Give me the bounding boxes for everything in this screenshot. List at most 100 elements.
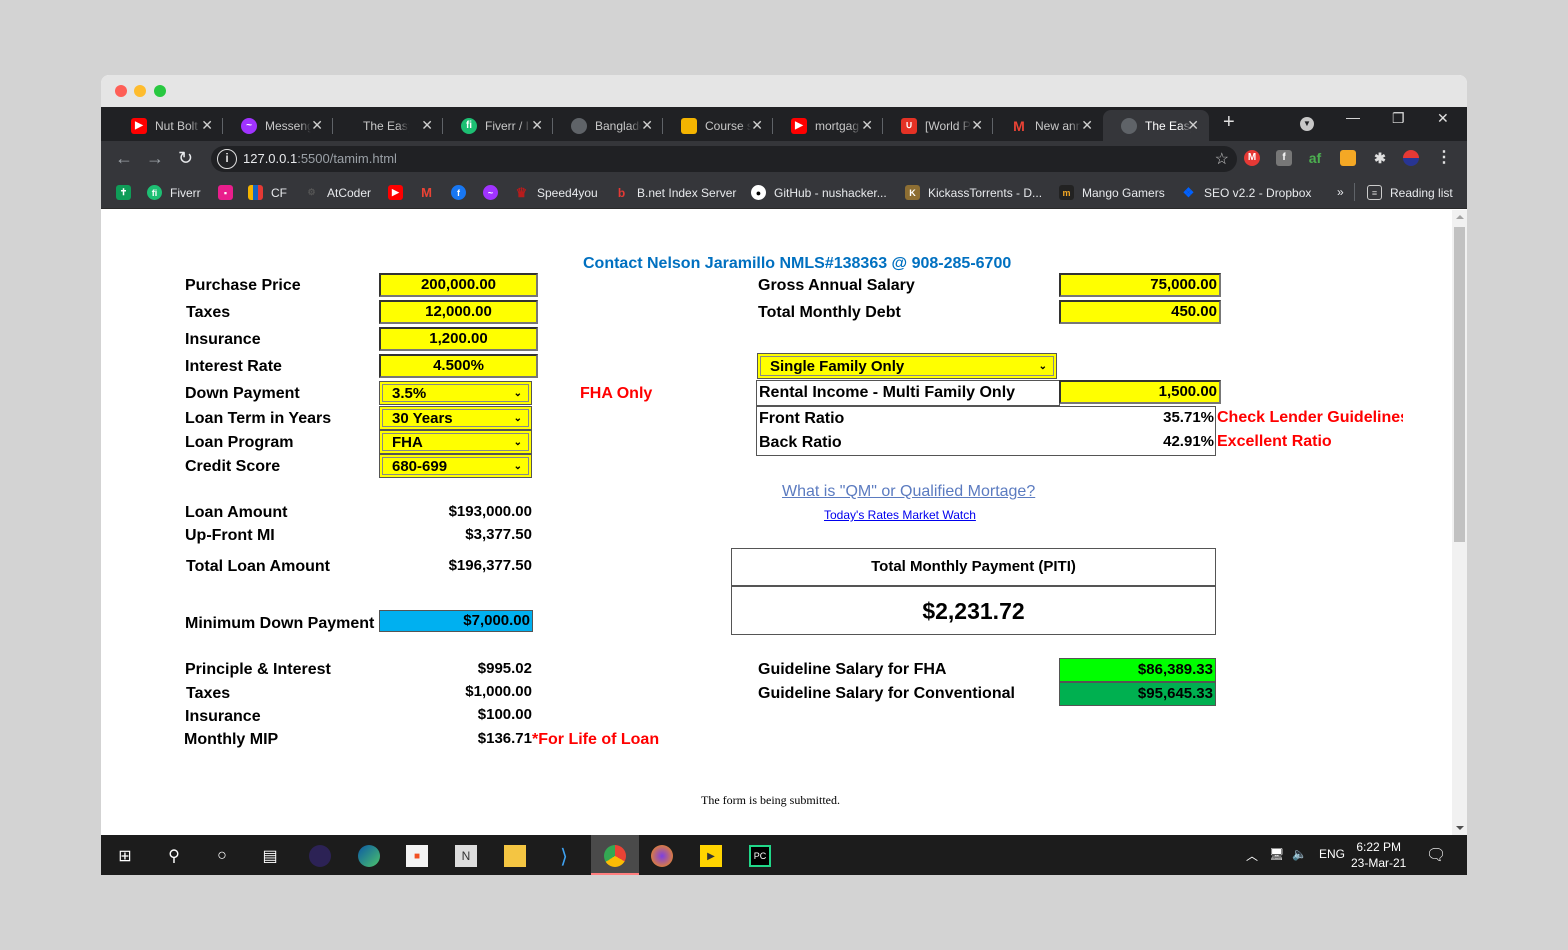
close-tab-icon[interactable]: ✕	[641, 117, 653, 134]
file-explorer-icon[interactable]	[504, 845, 526, 867]
scroll-up-icon[interactable]	[1456, 215, 1464, 219]
tab-the-easy-active[interactable]: The Easy ✕	[1103, 110, 1209, 141]
new-tab-button[interactable]: +	[1223, 111, 1235, 134]
close-tab-icon[interactable]: ✕	[1081, 117, 1093, 134]
bookmark-sheets[interactable]: ✝	[116, 185, 139, 200]
vscode-icon[interactable]: ⟩	[553, 845, 575, 868]
purchase-price-input[interactable]: 200,000.00	[379, 273, 538, 297]
tab-fiverr[interactable]: fi Fiverr / I ✕	[443, 110, 553, 141]
qm-link[interactable]: What is "QM" or Qualified Mortage?	[782, 483, 1035, 501]
tab-messenger[interactable]: ~ Messeng ✕	[223, 110, 333, 141]
address-bar[interactable]: i 127.0.0.1:5500/tamim.html ☆	[211, 146, 1237, 172]
loan-term-select[interactable]: 30 Years ⌄	[379, 406, 532, 430]
task-view-icon[interactable]: ▤	[259, 845, 281, 867]
close-tab-icon[interactable]: ✕	[751, 117, 763, 134]
url-text[interactable]: 127.0.0.1:5500/tamim.html	[243, 151, 397, 166]
profile-avatar[interactable]	[1403, 150, 1419, 166]
network-icon[interactable]: 🖥	[1269, 847, 1284, 861]
close-tab-icon[interactable]: ✕	[311, 117, 323, 134]
close-tab-icon[interactable]: ✕	[531, 117, 543, 134]
bookmark-contact[interactable]: ▪	[218, 185, 241, 200]
clock[interactable]: 6:22 PM 23-Mar-21	[1351, 839, 1406, 871]
gross-salary-input[interactable]: 75,000.00	[1059, 273, 1221, 297]
notifications-icon[interactable]: 🗨	[1426, 845, 1446, 865]
bookmark-mango[interactable]: m Mango Gamers	[1059, 185, 1165, 200]
eclipse-icon[interactable]	[309, 845, 331, 867]
monthly-debt-input[interactable]: 450.00	[1059, 300, 1221, 324]
bookmark-dropbox[interactable]: ❖ SEO v2.2 - Dropbox	[1181, 184, 1312, 200]
tab-world[interactable]: ∪ [World P ✕	[883, 110, 993, 141]
bookmark-github[interactable]: ● GitHub - nushacker...	[751, 185, 887, 200]
bookmark-kickass[interactable]: K KickassTorrents - D...	[905, 185, 1042, 200]
close-tab-icon[interactable]: ✕	[971, 117, 983, 134]
tab-mortgage[interactable]: ▶ mortgag ✕	[773, 110, 883, 141]
chrome-icon[interactable]	[604, 845, 626, 867]
rental-income-label: Rental Income - Multi Family Only	[759, 384, 1016, 401]
credit-score-select[interactable]: 680-699 ⌄	[379, 454, 532, 478]
close-button[interactable]: ✕	[1437, 110, 1449, 127]
close-tab-icon[interactable]: ✕	[421, 117, 433, 134]
volume-icon[interactable]: 🔈	[1292, 847, 1307, 861]
bookmark-cf[interactable]: CF	[248, 185, 287, 200]
bookmark-fiverr[interactable]: fi Fiverr	[147, 185, 201, 200]
bookmark-atcoder[interactable]: ⚙ AtCoder	[304, 185, 371, 200]
mega-extension-icon[interactable]: M	[1244, 150, 1260, 166]
close-window-button[interactable]	[115, 85, 127, 97]
close-tab-icon[interactable]: ✕	[861, 117, 873, 134]
bookmark-gmail[interactable]: M	[419, 185, 442, 200]
dropbox-icon: ❖	[1182, 184, 1195, 200]
windows-start-icon[interactable]: ⊞	[114, 845, 136, 867]
taxes-input[interactable]: 12,000.00	[379, 300, 538, 324]
forward-button[interactable]: →	[146, 149, 164, 167]
bookmark-bnet[interactable]: b B.net Index Server	[614, 185, 737, 200]
menu-kebab-icon[interactable]: ⋮	[1436, 150, 1452, 166]
close-tab-icon[interactable]: ✕	[1187, 117, 1199, 134]
player-icon[interactable]: ▶	[700, 845, 722, 867]
search-icon[interactable]: ⚲	[163, 845, 185, 867]
back-button[interactable]: ←	[115, 149, 133, 167]
reading-list-button[interactable]: ≡ Reading list	[1367, 185, 1453, 200]
bookmark-star-icon[interactable]: ☆	[1215, 149, 1229, 169]
loan-program-select[interactable]: FHA ⌄	[379, 430, 532, 454]
tab-gmail[interactable]: M New ann ✕	[993, 110, 1103, 141]
bookmark-facebook[interactable]: f	[451, 185, 474, 200]
extension-icon[interactable]	[1340, 150, 1356, 166]
af-extension-icon[interactable]: af	[1307, 150, 1323, 166]
rental-income-input[interactable]: 1,500.00	[1059, 380, 1221, 404]
close-tab-icon[interactable]: ✕	[201, 117, 213, 134]
store-icon[interactable]: ■	[406, 845, 428, 867]
rates-link[interactable]: Today's Rates Market Watch	[824, 508, 976, 522]
bookmark-youtube[interactable]: ▶	[388, 185, 411, 200]
extensions-puzzle-icon[interactable]: ✱	[1372, 150, 1388, 166]
maximize-window-button[interactable]	[154, 85, 166, 97]
minimize-button[interactable]: —	[1346, 109, 1360, 125]
property-type-select[interactable]: Single Family Only ⌄	[757, 353, 1057, 379]
tab-course[interactable]: Course s ✕	[663, 110, 773, 141]
notepad-icon[interactable]: N	[455, 845, 477, 867]
firefox-icon[interactable]	[651, 845, 673, 867]
reload-button[interactable]: ↻	[178, 149, 193, 167]
tab-nut-bolt[interactable]: ▶ Nut Bolt ✕	[113, 110, 223, 141]
cortana-icon[interactable]: ○	[211, 845, 233, 867]
insurance-input[interactable]: 1,200.00	[379, 327, 538, 351]
vertical-scrollbar[interactable]	[1452, 210, 1467, 835]
edge-icon[interactable]	[358, 845, 380, 867]
more-bookmarks-button[interactable]: »	[1337, 185, 1344, 199]
bookmark-speed4you[interactable]: ♛ Speed4you	[514, 185, 598, 200]
down-payment-select[interactable]: 3.5% ⌄	[379, 381, 532, 405]
show-hidden-icons-icon[interactable]: ︿	[1246, 847, 1258, 864]
restore-button[interactable]: ❐	[1392, 110, 1405, 127]
pycharm-icon[interactable]: PC	[749, 845, 771, 867]
bookmark-messenger[interactable]: ~	[483, 185, 506, 200]
scroll-down-icon[interactable]	[1456, 826, 1464, 830]
tab-the-easy[interactable]: The Easy ✕	[333, 110, 443, 141]
scroll-thumb[interactable]	[1454, 227, 1465, 542]
browser-window: ▶ Nut Bolt ✕ ~ Messeng ✕ The Easy ✕ fi F…	[101, 75, 1467, 875]
tab-bangladesh[interactable]: Banglade ✕	[553, 110, 663, 141]
facebook-extension-icon[interactable]: f	[1276, 150, 1292, 166]
minimize-window-button[interactable]	[134, 85, 146, 97]
info-icon[interactable]: i	[217, 149, 237, 169]
language-indicator[interactable]: ENG	[1319, 847, 1345, 861]
interest-rate-input[interactable]: 4.500%	[379, 354, 538, 378]
tab-search-icon[interactable]: ▼	[1300, 117, 1314, 131]
